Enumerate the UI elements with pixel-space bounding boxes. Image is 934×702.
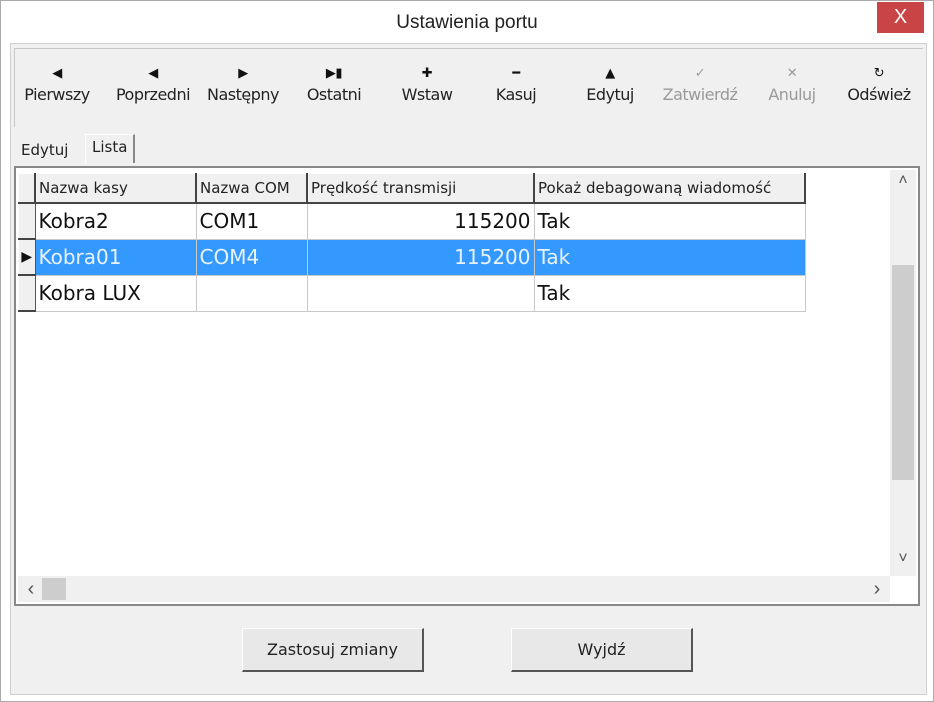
cell-speed[interactable] — [306, 274, 535, 312]
first-icon: ◀​ — [52, 66, 62, 81]
client-area: ◀​ Pierwszy ◀ Poprzedni ▶ Następny ▶▮ Ostatn… — [10, 43, 927, 695]
vertical-scroll-thumb[interactable] — [892, 265, 914, 480]
table-row-selected[interactable]: ▶ Kobra01 COM4 115200 Tak — [18, 238, 806, 276]
grid-table: Nazwa kasy Nazwa COM Prędkość transmisji… — [18, 173, 806, 312]
horizontal-scroll-thumb[interactable] — [42, 578, 66, 600]
last-icon: ▶▮ — [325, 66, 343, 81]
minus-icon: ━ — [512, 66, 520, 81]
post-button[interactable]: ✓ Zatwierdź — [656, 63, 744, 119]
apply-changes-button[interactable]: Zastosuj zmiany — [242, 628, 424, 672]
last-button[interactable]: ▶▮ Ostatni — [298, 63, 370, 119]
cell-debug[interactable]: Tak — [533, 202, 806, 240]
scroll-up-icon[interactable]: ˄ — [890, 172, 916, 190]
cell-name[interactable]: Kobra LUX — [34, 274, 197, 312]
close-button[interactable]: X — [877, 2, 924, 33]
grid-viewport: Nazwa kasy Nazwa COM Prędkość transmisji… — [18, 170, 890, 576]
navigator-toolbar: ◀​ Pierwszy ◀ Poprzedni ▶ Następny ▶▮ Ostatn… — [14, 48, 923, 127]
column-header[interactable]: Pokaż debagowaną wiadomość — [533, 173, 806, 204]
scroll-down-icon[interactable]: ˅ — [890, 550, 916, 568]
cell-debug[interactable]: Tak — [533, 274, 806, 312]
refresh-button[interactable]: ↻ Odśwież — [841, 63, 917, 119]
current-row-arrow-icon[interactable]: ▶ — [18, 238, 36, 276]
column-header[interactable]: Nazwa COM — [195, 173, 308, 204]
horizontal-scrollbar[interactable]: ‹ › — [18, 576, 890, 602]
column-header[interactable]: Nazwa kasy — [34, 173, 197, 204]
cell-com[interactable]: COM1 — [195, 202, 308, 240]
cell-debug[interactable]: Tak — [533, 238, 806, 276]
header-indicator — [18, 173, 36, 204]
delete-button[interactable]: ━ Kasuj — [483, 63, 549, 119]
up-triangle-icon: ▲ — [605, 66, 615, 81]
plus-icon: ✚ — [421, 66, 433, 81]
table-row[interactable]: Kobra LUX Tak — [18, 274, 806, 312]
first-button[interactable]: ◀​ Pierwszy — [21, 63, 93, 119]
cell-speed[interactable]: 115200 — [306, 202, 535, 240]
cell-com[interactable] — [195, 274, 308, 312]
edit-button[interactable]: ▲ Edytuj — [573, 63, 647, 119]
tab-edytuj[interactable]: Edytuj — [15, 138, 74, 162]
column-header[interactable]: Prędkość transmisji — [306, 173, 535, 204]
window-title: Ustawienia portu — [396, 12, 538, 33]
cancel-edit-button[interactable]: ✕ Anuluj — [759, 63, 825, 119]
row-indicator[interactable] — [18, 202, 36, 240]
close-icon: X — [893, 6, 908, 28]
cell-name[interactable]: Kobra2 — [34, 202, 197, 240]
insert-button[interactable]: ✚ Wstaw — [391, 63, 463, 119]
scroll-right-icon[interactable]: › — [864, 578, 890, 601]
refresh-icon: ↻ — [873, 66, 885, 81]
next-button[interactable]: ▶ Następny — [202, 63, 284, 119]
cancel-icon: ✕ — [786, 66, 798, 81]
cell-com[interactable]: COM4 — [195, 238, 308, 276]
data-grid: Nazwa kasy Nazwa COM Prędkość transmisji… — [14, 166, 920, 606]
title-bar: Ustawienia portu X — [1, 1, 933, 43]
table-row[interactable]: Kobra2 COM1 115200 Tak — [18, 202, 806, 240]
row-indicator[interactable] — [18, 274, 36, 312]
next-icon: ▶ — [238, 66, 248, 81]
exit-button[interactable]: Wyjdź — [511, 628, 693, 672]
cell-speed[interactable]: 115200 — [306, 238, 535, 276]
vertical-scrollbar[interactable]: ˄ ˅ — [890, 170, 916, 576]
cell-name[interactable]: Kobra01 — [34, 238, 197, 276]
tab-lista[interactable]: Lista — [85, 134, 136, 163]
scroll-left-icon[interactable]: ‹ — [18, 578, 44, 601]
dialog-window: Ustawienia portu X ◀​ Pierwszy ◀ Poprzedni… — [0, 0, 934, 702]
prev-icon: ◀ — [148, 66, 158, 81]
grid-header-row: Nazwa kasy Nazwa COM Prędkość transmisji… — [18, 173, 806, 204]
prev-button[interactable]: ◀ Poprzedni — [109, 63, 197, 119]
check-icon: ✓ — [694, 66, 706, 81]
